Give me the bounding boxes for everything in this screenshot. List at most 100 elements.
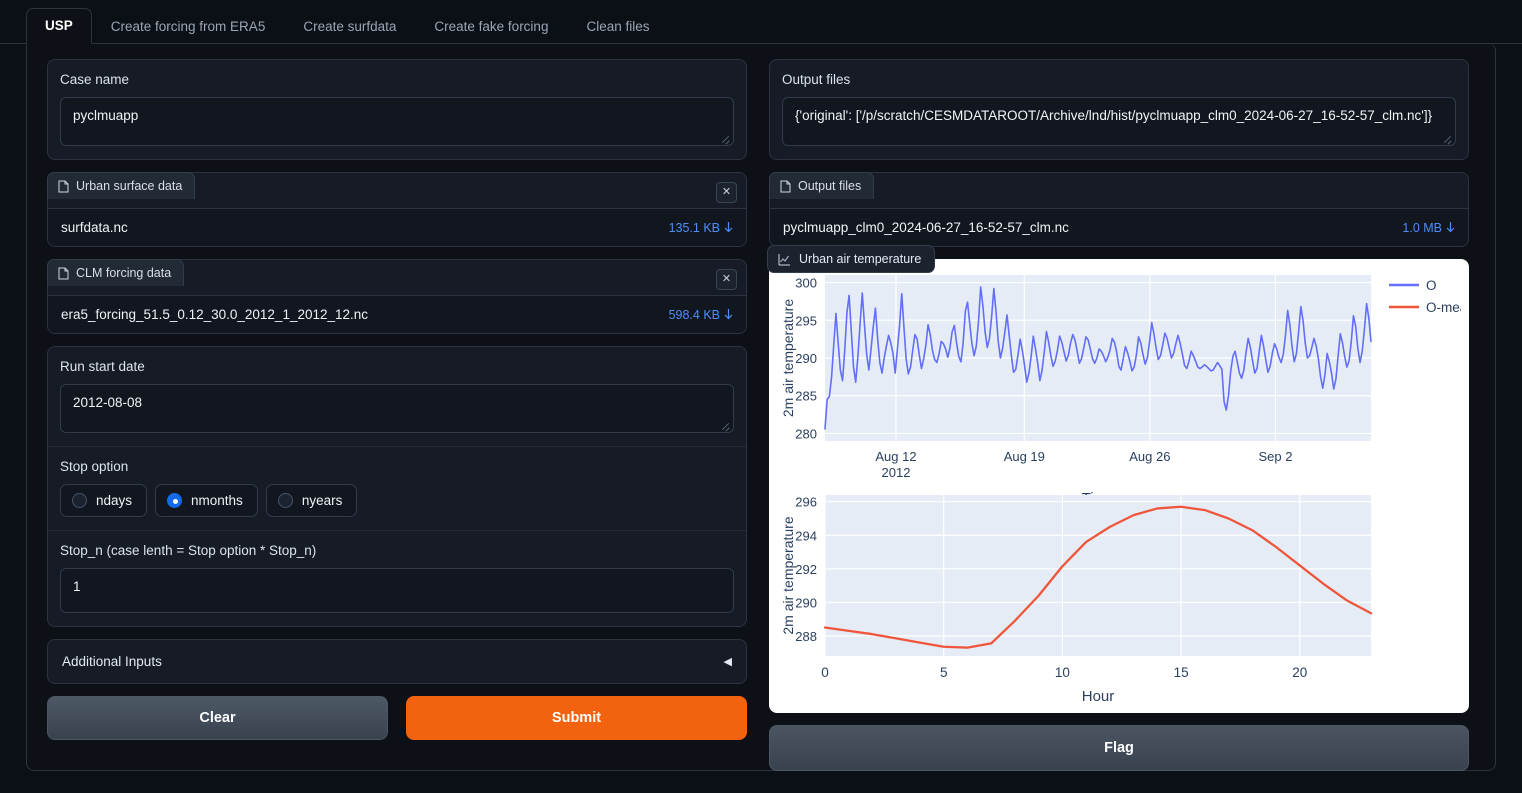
file-size-label: 1.0 MB (1402, 221, 1442, 235)
output-column: Output files {'original': ['/p/scratch/C… (769, 59, 1469, 754)
chevron-left-icon[interactable]: ◀ (724, 655, 732, 668)
flag-button-label: Flag (1104, 740, 1134, 756)
radio-dot-icon (167, 493, 182, 508)
download-icon (1446, 222, 1455, 234)
case-name-input[interactable]: pyclmuapp (60, 97, 734, 146)
tab-bar: USP Create forcing from ERA5 Create surf… (0, 0, 1522, 44)
svg-text:300: 300 (795, 276, 817, 291)
download-icon (724, 309, 733, 321)
download-output-file-link[interactable]: 1.0 MB (1402, 221, 1455, 235)
tab-create-forcing-from-era5[interactable]: Create forcing from ERA5 (92, 9, 285, 44)
close-icon: ✕ (722, 187, 731, 198)
stop-option-radio-group: ndays nmonths nyears (60, 484, 734, 517)
remove-clm-forcing-data-button[interactable]: ✕ (716, 269, 737, 290)
radio-dot-icon (72, 493, 87, 508)
radio-label: nyears (302, 493, 343, 508)
badge-label: Urban surface data (76, 179, 182, 193)
clear-button[interactable]: Clear (47, 696, 388, 740)
output-file-row[interactable]: pyclmuapp_clm0_2024-06-27_16-52-57_clm.n… (770, 208, 1468, 246)
tab-usp[interactable]: USP (26, 8, 92, 44)
download-clm-forcing-data-link[interactable]: 598.4 KB (669, 308, 733, 322)
svg-text:296: 296 (795, 495, 817, 510)
tab-create-fake-forcing[interactable]: Create fake forcing (415, 9, 567, 44)
svg-text:O-mean: O-mean (1426, 300, 1461, 315)
run-start-date-label: Run start date (60, 359, 734, 374)
chart-icon (778, 253, 791, 266)
download-icon (724, 222, 733, 234)
svg-text:292: 292 (795, 562, 817, 577)
stop-n-label: Stop_n (case lenth = Stop option * Stop_… (60, 543, 734, 558)
badge-label: Output files (798, 179, 861, 193)
run-start-date-input[interactable]: 2012-08-08 (60, 384, 734, 433)
additional-inputs-label: Additional Inputs (62, 654, 162, 669)
tab-label: Create forcing from ERA5 (111, 19, 266, 34)
svg-text:Aug 19: Aug 19 (1004, 449, 1045, 464)
urban-surface-data-file-row[interactable]: surfdata.nc 135.1 KB (48, 208, 746, 246)
urban-surface-data-card: Urban surface data ✕ surfdata.nc 135.1 K… (47, 172, 747, 247)
plot-canvas[interactable]: 280285290295300Aug 122012Aug 19Aug 26Sep… (777, 267, 1461, 705)
svg-text:295: 295 (795, 313, 817, 328)
svg-text:2012: 2012 (882, 465, 911, 480)
plot-title-label: Urban air temperature (799, 252, 921, 266)
svg-text:2m air temperature: 2m air temperature (780, 516, 796, 634)
tab-label: Clean files (586, 19, 649, 34)
clm-forcing-data-badge: CLM forcing data (47, 259, 184, 286)
run-start-date-section: Run start date 2012-08-08 (48, 347, 746, 446)
svg-text:Sep 2: Sep 2 (1258, 449, 1292, 464)
download-urban-surface-data-link[interactable]: 135.1 KB (669, 221, 733, 235)
clm-forcing-data-file-row[interactable]: era5_forcing_51.5_0.12_30.0_2012_1_2012_… (48, 295, 746, 333)
tab-label: USP (45, 18, 73, 33)
run-configuration-card: Run start date 2012-08-08 Stop option nd… (47, 346, 747, 627)
radio-nmonths[interactable]: nmonths (155, 484, 258, 517)
svg-text:Hour: Hour (1082, 688, 1115, 705)
stop-option-section: Stop option ndays nmonths nyears (48, 446, 746, 530)
svg-text:Aug 12: Aug 12 (875, 449, 916, 464)
tab-create-surfdata[interactable]: Create surfdata (284, 9, 415, 44)
urban-air-temperature-plot-card: Urban air temperature 280285290295300Aug… (769, 259, 1469, 713)
submit-button-label: Submit (552, 710, 601, 726)
svg-text:288: 288 (795, 629, 817, 644)
svg-text:Aug 26: Aug 26 (1129, 449, 1170, 464)
case-name-card: Case name pyclmuapp (47, 59, 747, 160)
svg-text:2m air temperature: 2m air temperature (780, 299, 796, 417)
tab-clean-files[interactable]: Clean files (567, 9, 668, 44)
output-files-text-card: Output files {'original': ['/p/scratch/C… (769, 59, 1469, 160)
svg-text:20: 20 (1292, 665, 1307, 680)
radio-dot-icon (278, 493, 293, 508)
input-column: Case name pyclmuapp Urban surface data ✕ (47, 59, 747, 754)
radio-label: nmonths (191, 493, 243, 508)
case-name-value: pyclmuapp (73, 108, 138, 123)
stop-n-input[interactable]: 1 (60, 568, 734, 613)
urban-surface-data-badge: Urban surface data (47, 172, 195, 199)
resize-handle-icon[interactable] (1442, 133, 1452, 143)
svg-text:280: 280 (795, 426, 817, 441)
file-icon (780, 180, 791, 193)
tab-label: Create surfdata (303, 19, 396, 34)
submit-button[interactable]: Submit (406, 696, 747, 740)
svg-text:290: 290 (795, 351, 817, 366)
resize-handle-icon[interactable] (720, 420, 730, 430)
output-files-text-input[interactable]: {'original': ['/p/scratch/CESMDATAROOT/A… (782, 97, 1456, 146)
output-files-text-label: Output files (782, 72, 1456, 87)
radio-label: ndays (96, 493, 132, 508)
file-name: era5_forcing_51.5_0.12_30.0_2012_1_2012_… (61, 307, 368, 322)
svg-text:O: O (1426, 278, 1437, 293)
radio-ndays[interactable]: ndays (60, 484, 147, 517)
run-start-date-value: 2012-08-08 (73, 395, 142, 410)
remove-urban-surface-data-button[interactable]: ✕ (716, 182, 737, 203)
tab-label: Create fake forcing (434, 19, 548, 34)
additional-inputs-accordion[interactable]: Additional Inputs ◀ (47, 639, 747, 684)
stop-option-label: Stop option (60, 459, 734, 474)
resize-handle-icon[interactable] (720, 133, 730, 143)
file-icon (58, 180, 69, 193)
svg-text:294: 294 (795, 528, 817, 543)
radio-nyears[interactable]: nyears (266, 484, 358, 517)
file-name: surfdata.nc (61, 220, 128, 235)
file-size-label: 598.4 KB (669, 308, 720, 322)
file-icon (58, 267, 69, 280)
tab-panel-usp: Case name pyclmuapp Urban surface data ✕ (26, 43, 1496, 771)
flag-button[interactable]: Flag (769, 725, 1469, 771)
svg-text:5: 5 (940, 665, 948, 680)
output-files-card: Output files pyclmuapp_clm0_2024-06-27_1… (769, 172, 1469, 247)
svg-text:0: 0 (821, 665, 829, 680)
